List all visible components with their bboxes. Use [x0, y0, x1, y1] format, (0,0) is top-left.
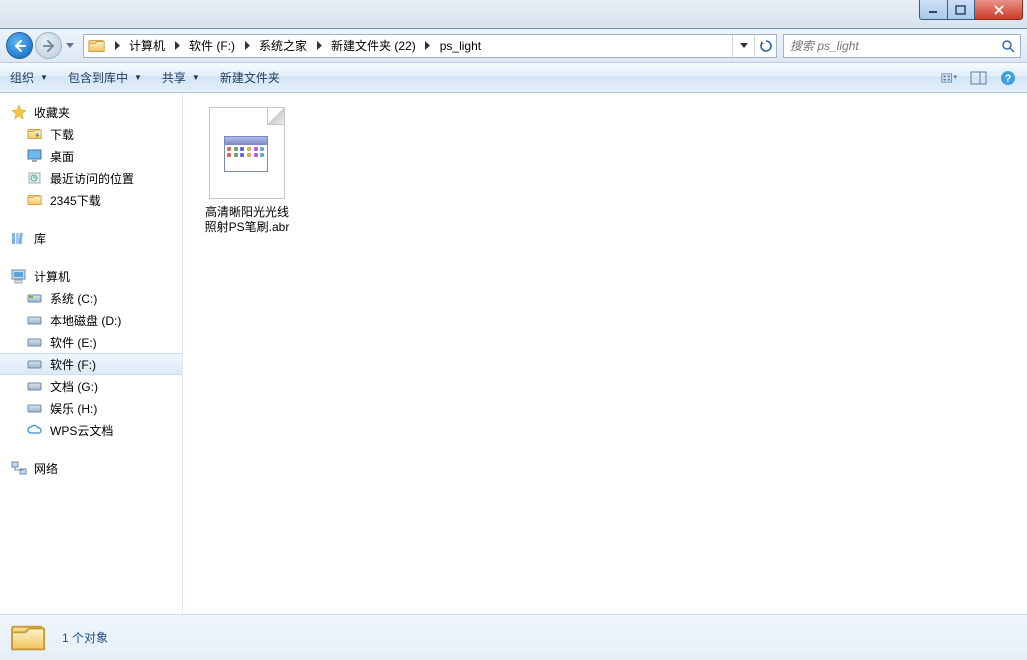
address-dropdown[interactable]: [732, 35, 754, 57]
file-name-line2: 照射PS笔刷.abr: [197, 220, 297, 235]
share-button[interactable]: 共享 ▼: [152, 63, 210, 93]
breadcrumb-item[interactable]: ps_light: [435, 35, 486, 57]
computer-icon: [10, 268, 28, 284]
help-button[interactable]: ?: [995, 66, 1021, 90]
file-list-pane[interactable]: 高清晰阳光光线 照射PS笔刷.abr: [183, 93, 1027, 614]
file-item[interactable]: 高清晰阳光光线 照射PS笔刷.abr: [197, 107, 297, 235]
libraries-icon: [10, 230, 28, 246]
drive-icon: [26, 312, 44, 328]
drive-icon: [26, 334, 44, 350]
sidebar-item-drive-g[interactable]: 文档 (G:): [0, 375, 182, 397]
sidebar-item-drive-d[interactable]: 本地磁盘 (D:): [0, 309, 182, 331]
view-options-button[interactable]: [937, 66, 963, 90]
address-bar[interactable]: 计算机 软件 (F:) 系统之家 新建文件夹 (22) ps_light: [83, 34, 777, 58]
forward-button[interactable]: [35, 32, 62, 59]
sidebar-item-drive-h[interactable]: 娱乐 (H:): [0, 397, 182, 419]
recent-icon: [26, 170, 44, 186]
file-name-line1: 高清晰阳光光线: [197, 205, 297, 220]
details-pane: 1 个对象: [0, 614, 1027, 660]
sidebar-item-label: 娱乐 (H:): [50, 400, 97, 417]
sidebar-item-drive-c[interactable]: 系统 (C:): [0, 287, 182, 309]
drive-icon: [26, 378, 44, 394]
sidebar-item-label: 桌面: [50, 148, 74, 165]
sidebar-item-label: 最近访问的位置: [50, 170, 134, 187]
chevron-down-icon: ▼: [40, 73, 48, 82]
sidebar-item-label: WPS云文档: [50, 422, 113, 439]
include-label: 包含到库中: [68, 69, 128, 86]
sidebar-favorites-label: 收藏夹: [34, 104, 70, 121]
back-button[interactable]: [6, 32, 33, 59]
search-box[interactable]: [783, 34, 1021, 58]
drive-icon: [26, 290, 44, 306]
minimize-button[interactable]: [919, 0, 948, 20]
sidebar-item-downloads[interactable]: 下载: [0, 123, 182, 145]
preview-pane-button[interactable]: [966, 66, 992, 90]
sidebar-item-desktop[interactable]: 桌面: [0, 145, 182, 167]
breadcrumb-separator[interactable]: [240, 41, 254, 50]
nav-history-dropdown[interactable]: [62, 35, 77, 57]
close-button[interactable]: [975, 0, 1023, 20]
svg-text:?: ?: [1005, 73, 1012, 85]
organize-button[interactable]: 组织 ▼: [0, 63, 58, 93]
cloud-icon: [26, 422, 44, 438]
window-titlebar: [0, 0, 1027, 29]
sidebar-item-label: 文档 (G:): [50, 378, 98, 395]
breadcrumb-separator[interactable]: [421, 41, 435, 50]
sidebar-computer[interactable]: 计算机: [0, 265, 182, 287]
sidebar-item-label: 本地磁盘 (D:): [50, 312, 121, 329]
breadcrumb-item[interactable]: 新建文件夹 (22): [326, 35, 421, 57]
sidebar-item-label: 软件 (F:): [50, 356, 96, 373]
refresh-button[interactable]: [754, 35, 776, 57]
sidebar-item-label: 软件 (E:): [50, 334, 97, 351]
sidebar-item-recent[interactable]: 最近访问的位置: [0, 167, 182, 189]
navigation-pane: 收藏夹 下载 桌面 最近访问的位置 2345下载 库: [0, 93, 183, 614]
sidebar-favorites[interactable]: 收藏夹: [0, 101, 182, 123]
sidebar-libraries-label: 库: [34, 230, 46, 247]
breadcrumb-item[interactable]: 计算机: [124, 35, 170, 57]
sidebar-item-drive-e[interactable]: 软件 (E:): [0, 331, 182, 353]
drive-icon: [26, 356, 44, 372]
breadcrumb-separator[interactable]: [170, 41, 184, 50]
drive-icon: [26, 400, 44, 416]
breadcrumb-separator[interactable]: [110, 41, 124, 50]
star-icon: [10, 104, 28, 120]
folder-icon: [88, 37, 106, 55]
sidebar-item-label: 2345下载: [50, 192, 101, 209]
search-icon[interactable]: [996, 35, 1020, 57]
maximize-button[interactable]: [948, 0, 975, 20]
breadcrumb-item[interactable]: 软件 (F:): [184, 35, 240, 57]
search-input[interactable]: [784, 39, 996, 53]
breadcrumb-item[interactable]: 系统之家: [254, 35, 312, 57]
sidebar-item-label: 下载: [50, 126, 74, 143]
include-in-library-button[interactable]: 包含到库中 ▼: [58, 63, 152, 93]
sidebar-item-2345[interactable]: 2345下载: [0, 189, 182, 211]
organize-label: 组织: [10, 69, 34, 86]
sidebar-network[interactable]: 网络: [0, 457, 182, 479]
navigation-bar: 计算机 软件 (F:) 系统之家 新建文件夹 (22) ps_light: [0, 29, 1027, 63]
sidebar-item-label: 系统 (C:): [50, 290, 97, 307]
sidebar-item-wps-cloud[interactable]: WPS云文档: [0, 419, 182, 441]
sidebar-computer-label: 计算机: [34, 268, 70, 285]
folder-icon: [26, 126, 44, 142]
sidebar-libraries[interactable]: 库: [0, 227, 182, 249]
file-thumbnail: [209, 107, 285, 199]
folder-icon: [26, 192, 44, 208]
chevron-down-icon: ▼: [134, 73, 142, 82]
sidebar-network-label: 网络: [34, 460, 58, 477]
network-icon: [10, 460, 28, 476]
breadcrumb-separator[interactable]: [312, 41, 326, 50]
new-folder-button[interactable]: 新建文件夹: [210, 63, 290, 93]
desktop-icon: [26, 148, 44, 164]
folder-icon: [10, 621, 48, 655]
share-label: 共享: [162, 69, 186, 86]
sidebar-item-drive-f[interactable]: 软件 (F:): [0, 353, 182, 375]
command-bar: 组织 ▼ 包含到库中 ▼ 共享 ▼ 新建文件夹 ?: [0, 63, 1027, 93]
chevron-down-icon: ▼: [192, 73, 200, 82]
new-folder-label: 新建文件夹: [220, 69, 280, 86]
status-object-count: 1 个对象: [62, 629, 108, 646]
